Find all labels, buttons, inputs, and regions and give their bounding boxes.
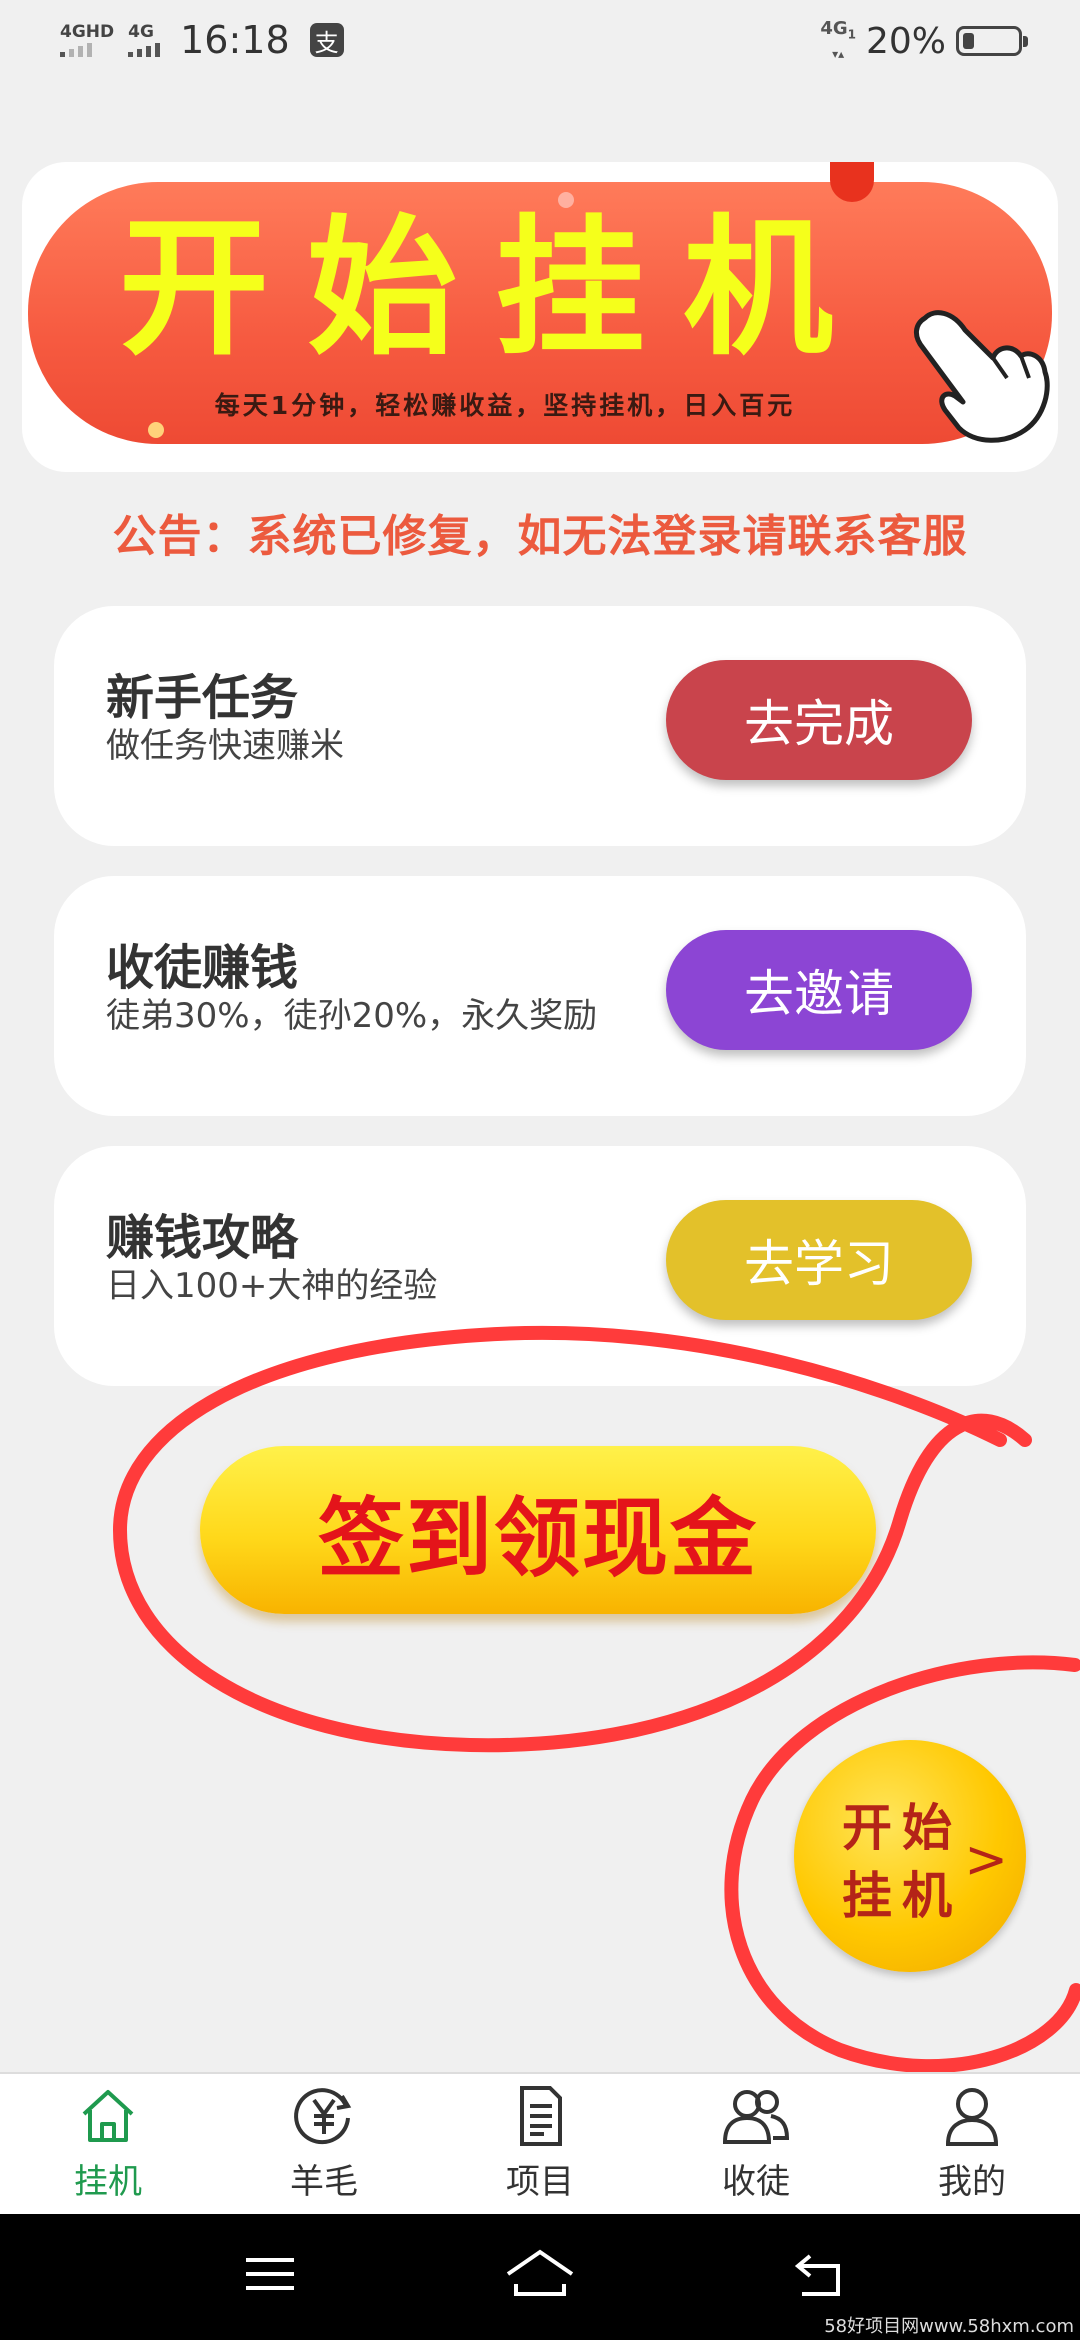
- tab-hangup[interactable]: 挂机: [0, 2074, 216, 2216]
- users-icon: [722, 2090, 790, 2144]
- task-card-newbie: 新手任务 做任务快速赚米 去完成: [54, 606, 1026, 846]
- sign-in-label: 签到领现金: [318, 1488, 758, 1589]
- banner-pill[interactable]: 开始挂机 每天1分钟，轻松赚收益，坚持挂机，日入百元: [28, 182, 1052, 444]
- start-hangup-float-button[interactable]: 开始 挂机 >: [794, 1740, 1026, 1972]
- task-description: 做任务快速赚米: [106, 726, 344, 766]
- battery-percent: 20%: [865, 20, 946, 62]
- tab-label: 收徒: [722, 2162, 790, 2202]
- watermark: 58好项目网www.58hxm.com: [824, 2316, 1074, 2337]
- alipay-notification-icon: 支: [309, 23, 344, 57]
- home-icon: [82, 2090, 134, 2142]
- signal-bars-icon: [60, 41, 92, 57]
- banner-subtitle: 每天1分钟，轻松赚收益，坚持挂机，日入百元: [214, 391, 796, 420]
- system-nav-bar: 58好项目网www.58hxm.com: [0, 2214, 1080, 2340]
- yuan-icon: [294, 2088, 352, 2145]
- signal-indicator-2: 4G: [128, 23, 161, 57]
- person-icon: [945, 2088, 999, 2146]
- announcement-text: 公告：系统已修复，如无法登录请联系客服: [112, 511, 968, 562]
- tab-recruit[interactable]: 收徒: [648, 2074, 864, 2216]
- float-button-line2: 挂机: [842, 1867, 962, 1925]
- banner-title: 开始挂机: [118, 202, 871, 376]
- tab-label: 项目: [506, 2162, 574, 2202]
- go-learn-button[interactable]: 去学习: [666, 1200, 972, 1320]
- tab-label: 羊毛: [290, 2162, 358, 2202]
- network-4g-icon: 4G1 ▾▴: [820, 18, 856, 61]
- task-card-guide: 赚钱攻略 日入100+大神的经验 去学习: [54, 1146, 1026, 1386]
- task-description: 日入100+大神的经验: [106, 1266, 438, 1306]
- status-bar: 4GHD 4G 16:18 支 4G1 ▾▴ 20%: [0, 0, 1080, 90]
- clock: 16:18: [180, 18, 290, 62]
- tab-wool[interactable]: 羊毛: [216, 2074, 432, 2216]
- document-icon: [520, 2086, 562, 2146]
- tab-label: 我的: [938, 2162, 1006, 2202]
- task-card-recruit: 收徒赚钱 徒弟30%，徒孙20%，永久奖励 去邀请: [54, 876, 1026, 1116]
- signal-bars-icon: [128, 41, 161, 57]
- sign-in-cash-button[interactable]: 签到领现金: [200, 1446, 876, 1614]
- back-icon[interactable]: [790, 2244, 850, 2304]
- go-invite-button[interactable]: 去邀请: [666, 930, 972, 1050]
- bottom-tab-bar: 挂机 羊毛 项目 收徒 我的: [0, 2072, 1080, 2216]
- task-description: 徒弟30%，徒孙20%，永久奖励: [106, 996, 598, 1036]
- chevron-right-icon: >: [964, 1830, 1008, 1890]
- pointing-hand-icon: [914, 310, 1050, 443]
- home-nav-icon[interactable]: [502, 2244, 578, 2304]
- banner[interactable]: 开始挂机 每天1分钟，轻松赚收益，坚持挂机，日入百元: [22, 162, 1058, 472]
- menu-icon[interactable]: [240, 2244, 300, 2304]
- tab-label: 挂机: [74, 2162, 142, 2202]
- signal-indicator-1: 4GHD: [60, 23, 114, 57]
- tab-mine[interactable]: 我的: [864, 2074, 1080, 2216]
- go-complete-button[interactable]: 去完成: [666, 660, 972, 780]
- battery-icon: [956, 26, 1028, 57]
- float-button-line1: 开始: [842, 1799, 962, 1857]
- tab-projects[interactable]: 项目: [432, 2074, 648, 2216]
